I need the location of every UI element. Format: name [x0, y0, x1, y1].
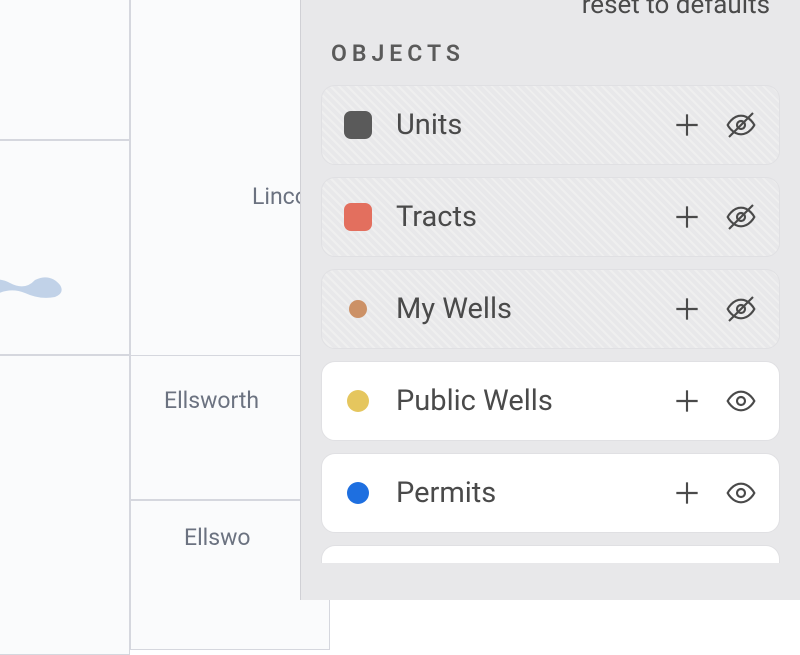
layer-actions [671, 109, 757, 141]
layer-swatch [347, 390, 369, 412]
layer-item-partial[interactable] [321, 545, 780, 563]
objects-section-header: OBJECTS [321, 40, 780, 67]
eye-off-icon [725, 109, 757, 141]
map-county-boundary [0, 140, 130, 355]
eye-off-icon [725, 201, 757, 233]
add-button[interactable] [671, 201, 703, 233]
layer-item-my-wells[interactable]: My Wells [321, 269, 780, 349]
visibility-toggle-button[interactable] [725, 477, 757, 509]
plus-icon [671, 293, 703, 325]
visibility-toggle-button[interactable] [725, 293, 757, 325]
layer-label: My Wells [396, 292, 671, 326]
map-county-boundary [0, 0, 130, 140]
layer-swatch [349, 300, 367, 318]
eye-icon [725, 477, 757, 509]
add-button[interactable] [671, 293, 703, 325]
layer-swatch [347, 482, 369, 504]
plus-icon [671, 109, 703, 141]
plus-icon [671, 385, 703, 417]
plus-icon [671, 201, 703, 233]
add-button[interactable] [671, 385, 703, 417]
layer-actions [671, 201, 757, 233]
layer-actions [671, 293, 757, 325]
add-button[interactable] [671, 109, 703, 141]
layer-label: Permits [396, 476, 671, 510]
eye-off-icon [725, 293, 757, 325]
layer-item-public-wells[interactable]: Public Wells [321, 361, 780, 441]
layer-label: Public Wells [396, 384, 671, 418]
map-county-label: Ellsworth [164, 387, 259, 414]
layer-item-permits[interactable]: Permits [321, 453, 780, 533]
layer-label: Tracts [396, 200, 671, 234]
map-water-feature [0, 265, 80, 310]
map-county-boundary [0, 355, 130, 655]
layer-swatch [344, 203, 372, 231]
add-button[interactable] [671, 477, 703, 509]
layer-item-units[interactable]: Units [321, 85, 780, 165]
plus-icon [671, 477, 703, 509]
eye-icon [725, 385, 757, 417]
layer-label: Units [396, 108, 671, 142]
layer-swatch [344, 111, 372, 139]
reset-to-defaults-link[interactable]: reset to defaults [582, 0, 770, 20]
visibility-toggle-button[interactable] [725, 109, 757, 141]
layer-actions [671, 477, 757, 509]
visibility-toggle-button[interactable] [725, 201, 757, 233]
layer-actions [671, 385, 757, 417]
map-county-label: Ellswo [184, 524, 251, 551]
visibility-toggle-button[interactable] [725, 385, 757, 417]
layer-item-tracts[interactable]: Tracts [321, 177, 780, 257]
map-background[interactable]: Linco Ellsworth Ellswo [0, 0, 310, 600]
layers-sidebar: reset to defaults OBJECTS Units Tracts [300, 0, 800, 600]
